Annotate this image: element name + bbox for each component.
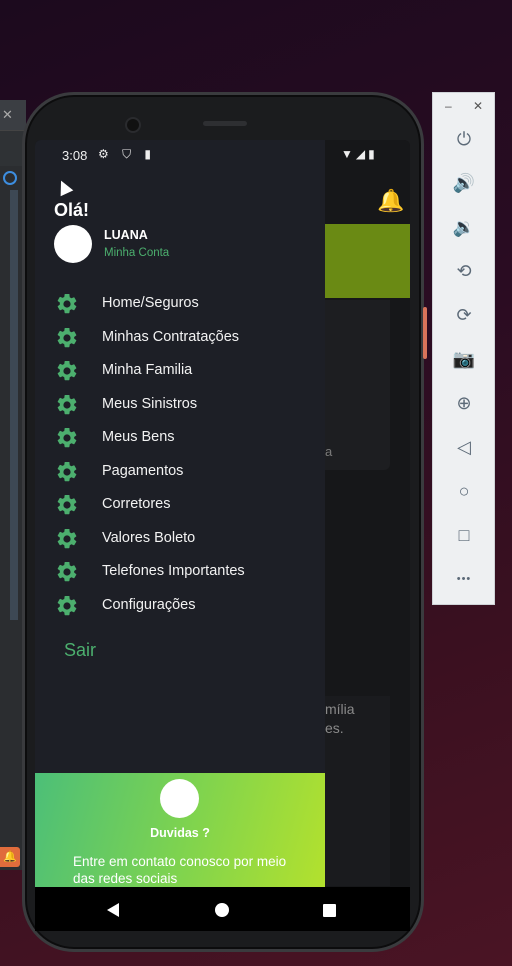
menu-item-label: Meus Bens <box>102 429 175 445</box>
status-notification-icons: ⚙ ⛉ ▮ <box>98 147 157 161</box>
navigation-drawer: Olá! LUANA Minha Conta Home/Seguros Minha… <box>35 140 325 930</box>
nav-home-icon[interactable] <box>215 903 229 917</box>
menu-item[interactable]: Telefones Importantes <box>35 555 325 589</box>
minimize-icon[interactable]: – <box>445 99 452 113</box>
gear-icon <box>55 560 79 584</box>
app-card <box>325 300 390 470</box>
nav-back-icon[interactable] <box>107 903 119 917</box>
menu-item-label: Telefones Importantes <box>102 563 245 579</box>
status-system-icons: ▼◢▮ <box>341 147 378 161</box>
back-button[interactable]: ◁ <box>451 434 477 460</box>
speaker-grille <box>203 121 247 126</box>
help-avatar <box>160 779 199 818</box>
menu-item-label: Minhas Contratações <box>102 328 240 345</box>
menu-item[interactable]: Minhas Contratações <box>35 321 325 355</box>
nav-recents-icon[interactable] <box>323 904 336 917</box>
editor-gutter <box>10 190 18 620</box>
menu-item-label: Corretores <box>102 496 171 512</box>
app-banner <box>325 224 410 298</box>
menu-item-label: Meus Sinistros <box>102 395 198 412</box>
volume-up-button[interactable]: 🔊 <box>451 170 477 196</box>
account-link[interactable]: Minha Conta <box>104 247 169 259</box>
volume-down-button[interactable]: 🔉 <box>451 214 477 240</box>
gear-icon <box>55 426 79 450</box>
menu-item[interactable]: Minha Familia <box>35 354 325 388</box>
zoom-button[interactable]: ⊕ <box>451 390 477 416</box>
gear-icon <box>55 493 79 517</box>
phone-screen: 🔔 a mília es. Olá! LUANA Minha Conta Hom… <box>35 140 410 930</box>
help-text: Entre em contato conosco por meio das re… <box>73 854 287 886</box>
gear-icon <box>55 326 79 350</box>
help-title: Duvidas ? <box>150 826 210 840</box>
more-button[interactable]: ••• <box>451 566 477 592</box>
avatar[interactable] <box>54 225 92 263</box>
drawer-greeting: Olá! <box>54 200 90 220</box>
emulator-toolbar: – ✕ ⏻ 🔊 🔉 ⟲ ⟳ 📷 ⊕ ◁ ○ □ ••• <box>432 92 495 605</box>
status-bar: 3:08 ⚙ ⛉ ▮ ▼◢▮ <box>35 140 410 172</box>
user-name: LUANA <box>104 228 148 242</box>
gear-icon <box>55 359 79 383</box>
menu-item-label: Pagamentos <box>102 462 184 479</box>
gear-icon <box>55 527 79 551</box>
gear-icon <box>55 393 79 417</box>
overview-button[interactable]: □ <box>451 522 477 548</box>
status-time: 3:08 <box>62 148 88 163</box>
app-partial-text: a <box>325 444 333 459</box>
menu-item-label: Valores Boleto <box>102 529 196 546</box>
menu-item[interactable]: Configurações <box>35 589 325 623</box>
android-nav-bar <box>35 887 410 931</box>
logout-button[interactable]: Sair <box>64 640 96 661</box>
app-partial-text-2: mília es. <box>325 701 355 736</box>
power-button[interactable]: ⏻ <box>451 126 477 152</box>
menu-item[interactable]: Meus Bens <box>35 421 325 455</box>
screenshot-button[interactable]: 📷 <box>451 346 477 372</box>
bell-icon[interactable]: 🔔 <box>377 188 404 214</box>
rotate-left-button[interactable]: ⟲ <box>451 258 477 284</box>
mouse-cursor-icon <box>54 177 74 197</box>
camera-icon <box>125 117 141 133</box>
menu-item[interactable]: Corretores <box>35 488 325 522</box>
menu-item[interactable]: Home/Seguros <box>35 287 325 321</box>
rotate-right-button[interactable]: ⟳ <box>451 302 477 328</box>
gear-icon <box>55 460 79 484</box>
side-button[interactable] <box>423 307 427 359</box>
gear-icon <box>55 292 79 316</box>
window-controls: – ✕ <box>445 99 487 113</box>
close-icon[interactable]: ✕ <box>2 107 13 123</box>
home-button[interactable]: ○ <box>451 478 477 504</box>
menu-item-label: Home/Seguros <box>102 295 199 311</box>
editor-tab-bar: ✕ <box>0 100 26 130</box>
menu-item[interactable]: Valores Boleto <box>35 522 325 556</box>
close-icon[interactable]: ✕ <box>473 99 483 113</box>
menu-item[interactable]: Pagamentos <box>35 455 325 489</box>
background-app: 🔔 a mília es. <box>325 140 410 930</box>
gear-icon <box>55 594 79 618</box>
menu-item-label: Configurações <box>102 596 196 613</box>
drawer-menu: Home/Seguros Minhas Contratações Minha Fam… <box>35 287 325 622</box>
menu-item[interactable]: Meus Sinistros <box>35 388 325 422</box>
notification-icon[interactable]: 🔔 <box>0 847 20 867</box>
inspect-icon[interactable] <box>3 171 17 185</box>
menu-item-label: Minha Familia <box>102 362 193 378</box>
